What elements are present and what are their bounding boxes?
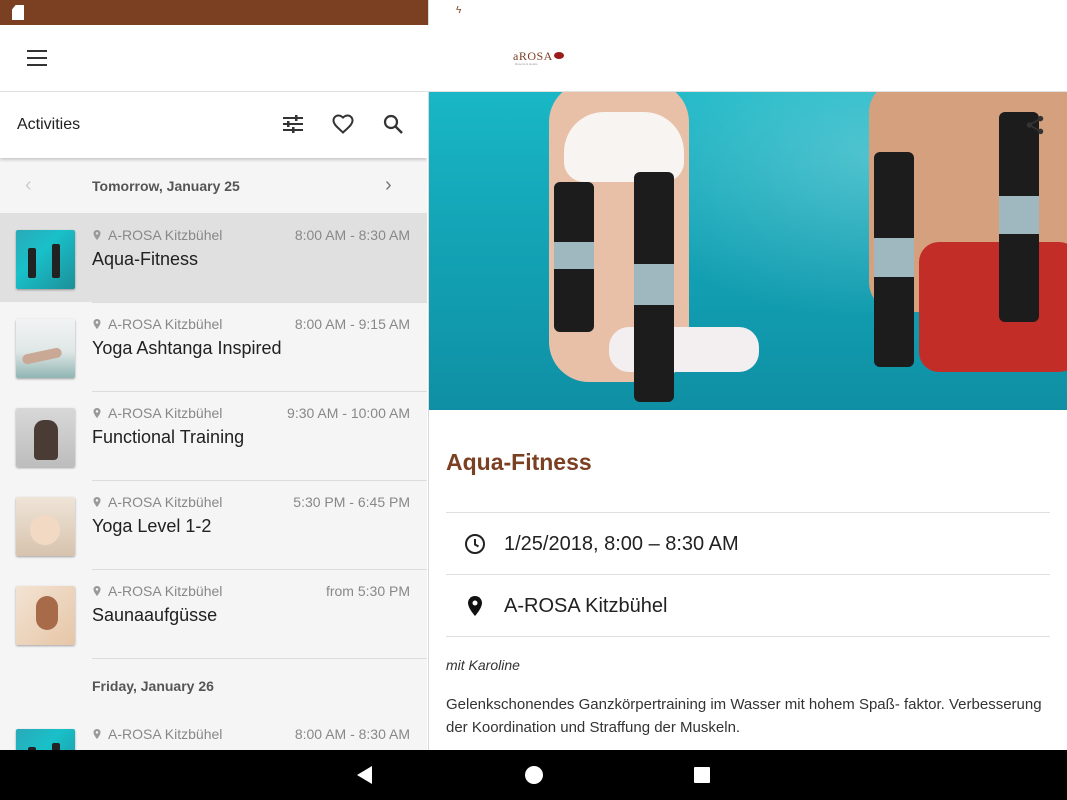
search-icon[interactable] — [381, 112, 405, 136]
date-header: Tomorrow, January 25 — [92, 178, 240, 194]
activity-thumbnail — [16, 497, 75, 556]
location-pin-icon — [93, 729, 101, 739]
activity-item[interactable]: A-ROSA Kitzbühel from 5:30 PM Saunaaufgü… — [0, 569, 427, 658]
hero-image — [429, 92, 1067, 410]
heart-outline-icon[interactable] — [331, 112, 355, 136]
detail-divider — [446, 636, 1050, 637]
sd-card-icon — [12, 5, 24, 20]
activity-detail: Aqua-Fitness 1/25/2018, 8:00 – 8:30 AM A… — [428, 92, 1067, 750]
activity-time: 8:00 AM - 9:15 AM — [294, 316, 410, 332]
detail-instructor: mit Karoline — [446, 657, 520, 673]
location-row: A-ROSA Kitzbühel — [446, 574, 1050, 636]
battery-icon — [455, 5, 464, 20]
back-icon[interactable] — [357, 766, 372, 784]
activities-panel: Activities ‹ Tomorrow, January 25 › A-RO… — [0, 92, 427, 750]
activity-item[interactable]: A-ROSA Kitzbühel 8:00 AM - 8:30 AM Aqua-… — [0, 213, 427, 302]
activity-thumbnail — [16, 729, 75, 750]
datetime-row: 1/25/2018, 8:00 – 8:30 AM — [446, 512, 1050, 574]
activity-name: Aqua-Fitness — [92, 249, 199, 269]
activity-location-text: A-ROSA Kitzbühel — [108, 494, 223, 510]
location-pin-icon — [93, 586, 101, 596]
status-bar: LTE 9:52 — [0, 0, 1067, 25]
system-nav-bar — [0, 750, 1067, 800]
activity-location-text: A-ROSA Kitzbühel — [108, 583, 223, 599]
list-divider — [92, 658, 427, 659]
recent-apps-icon[interactable] — [694, 767, 710, 783]
activity-item[interactable]: A-ROSA Kitzbühel 8:00 AM - 8:30 AM — [0, 712, 427, 750]
activity-time: 9:30 AM - 10:00 AM — [287, 405, 410, 421]
activity-thumbnail — [16, 319, 75, 378]
activity-item[interactable]: A-ROSA Kitzbühel 9:30 AM - 10:00 AM Func… — [0, 391, 427, 480]
activity-location-text: A-ROSA Kitzbühel — [108, 726, 223, 742]
detail-description: Gelenkschonendes Ganzkörpertraining im W… — [446, 696, 1042, 736]
activity-location-text: A-ROSA Kitzbühel — [108, 316, 223, 332]
logo-tagline: Resorts & Hotels — [515, 62, 538, 66]
activity-time: 8:00 AM - 8:30 AM — [294, 726, 410, 742]
activity-name: Yoga Level 1-2 — [92, 516, 212, 536]
activity-location: A-ROSA Kitzbühel — [92, 227, 222, 243]
rose-icon — [553, 52, 564, 59]
activity-item[interactable]: A-ROSA Kitzbühel 8:00 AM - 9:15 AM Yoga … — [0, 302, 427, 391]
share-icon[interactable] — [1024, 114, 1046, 136]
location-pin-icon — [93, 497, 101, 507]
home-icon[interactable] — [525, 766, 543, 784]
activity-location-text: A-ROSA Kitzbühel — [108, 405, 223, 421]
activity-location: A-ROSA Kitzbühel — [92, 405, 222, 421]
location-pin-icon — [468, 596, 482, 616]
activity-thumbnail — [16, 230, 75, 289]
activity-location: A-ROSA Kitzbühel — [92, 316, 222, 332]
activity-thumbnail — [16, 586, 75, 645]
hamburger-icon[interactable] — [27, 50, 47, 66]
activity-name: Saunaaufgüsse — [92, 605, 218, 625]
activity-time: 5:30 PM - 6:45 PM — [293, 494, 410, 510]
chevron-left-icon[interactable]: ‹ — [25, 175, 41, 195]
activity-location: A-ROSA Kitzbühel — [92, 583, 222, 599]
activity-name: Functional Training — [92, 427, 245, 447]
activity-location: A-ROSA Kitzbühel — [92, 494, 222, 510]
tune-icon[interactable] — [281, 112, 305, 136]
activity-time: from 5:30 PM — [325, 583, 410, 599]
app-bar: aROSA Resorts & Hotels — [0, 25, 1067, 92]
panel-title: Activities — [17, 116, 81, 133]
detail-datetime: 1/25/2018, 8:00 – 8:30 AM — [504, 533, 739, 555]
brand-logo: aROSA Resorts & Hotels — [513, 47, 564, 69]
activity-thumbnail — [16, 408, 75, 467]
activity-location: A-ROSA Kitzbühel — [92, 726, 222, 742]
date-header-2: Friday, January 26 — [92, 678, 214, 694]
location-pin-icon — [93, 319, 101, 329]
activity-name: Yoga Ashtanga Inspired — [92, 338, 282, 358]
chevron-right-icon[interactable]: › — [385, 175, 401, 195]
activity-time: 8:00 AM - 8:30 AM — [294, 227, 410, 243]
detail-title: Aqua-Fitness — [446, 449, 592, 475]
activities-toolbar: Activities — [0, 92, 427, 158]
signal-icon: LTE — [429, 4, 449, 21]
clock-icon — [465, 534, 485, 554]
date-navigator: ‹ Tomorrow, January 25 › — [0, 158, 427, 213]
activity-location-text: A-ROSA Kitzbühel — [108, 227, 223, 243]
logo-text: aROSA — [513, 49, 553, 63]
activity-item[interactable]: A-ROSA Kitzbühel 5:30 PM - 6:45 PM Yoga … — [0, 480, 427, 569]
clock-time: 9:52 — [470, 4, 499, 21]
detail-location: A-ROSA Kitzbühel — [504, 595, 668, 617]
location-pin-icon — [93, 230, 101, 240]
location-pin-icon — [93, 408, 101, 418]
status-icons: LTE 9:52 — [428, 0, 1067, 25]
